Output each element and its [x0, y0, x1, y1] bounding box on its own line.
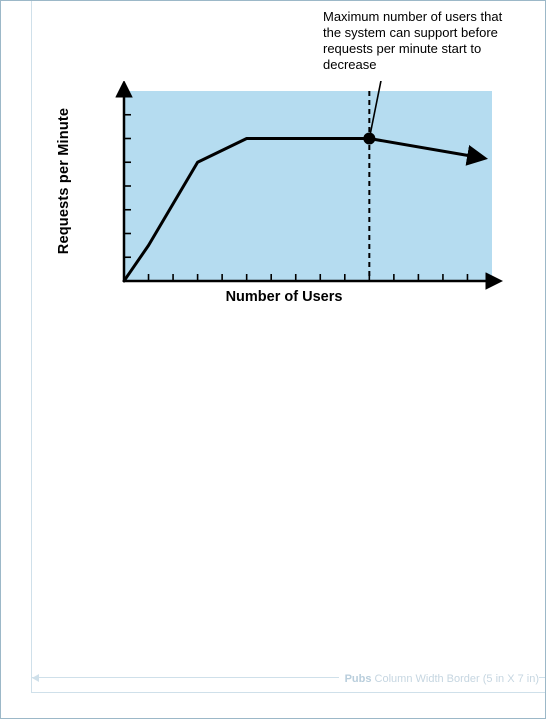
y-axis-label: Requests per Minute: [56, 81, 72, 281]
page: Maximum number of users that the system …: [0, 0, 546, 719]
chart-svg: [74, 81, 504, 296]
x-axis-label: Number of Users: [124, 289, 444, 305]
throughput-chart: Requests per Minute Number of Users: [74, 81, 504, 301]
content-frame: Maximum number of users that the system …: [31, 1, 545, 693]
annotation-text: Maximum number of users that the system …: [323, 9, 523, 72]
footer-label-rest: Column Width Border (5 in X 7 in): [371, 673, 539, 685]
footer-label: Pubs Column Width Border (5 in X 7 in): [339, 673, 539, 685]
footer-label-bold: Pubs: [345, 673, 372, 685]
footer-arrow-icon: [32, 674, 39, 682]
